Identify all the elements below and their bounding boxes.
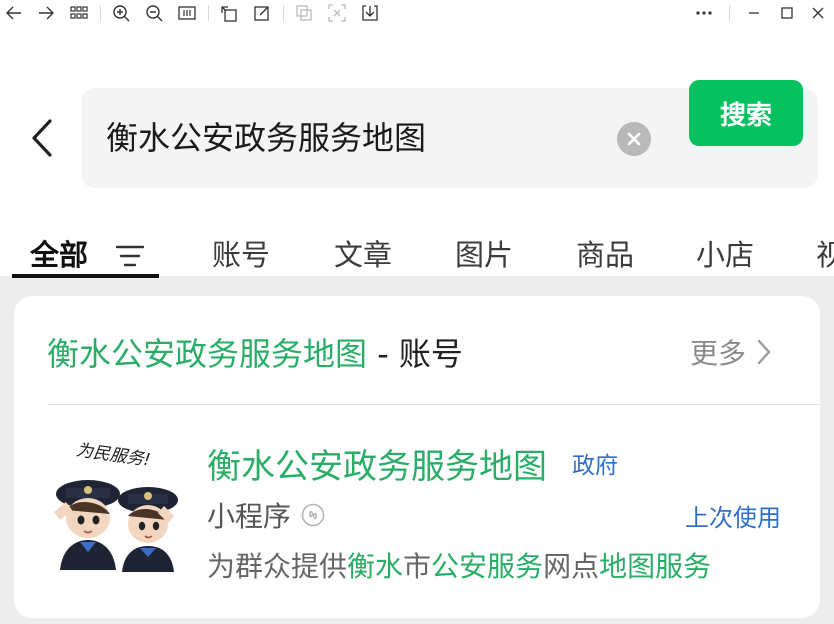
edit-icon[interactable] <box>252 3 272 23</box>
chevron-right-icon <box>757 339 771 365</box>
search-button[interactable]: 搜索 <box>689 80 803 146</box>
tab-images[interactable]: 图片 <box>455 232 513 274</box>
more-link[interactable]: 更多 <box>690 332 772 372</box>
toolbar-divider <box>729 5 730 21</box>
tab-all[interactable]: 全部 <box>30 232 88 274</box>
avatar-caption: 为民服务! <box>75 440 152 470</box>
result-type: 小程序 <box>207 495 325 535</box>
tab-articles[interactable]: 文章 <box>334 232 392 274</box>
fit-page-icon[interactable] <box>177 3 197 23</box>
last-used-label: 上次使用 <box>685 504 781 532</box>
desc-part: 网点 <box>543 550 600 583</box>
maximize-icon[interactable] <box>777 3 797 23</box>
tab-accounts[interactable]: 账号 <box>212 232 270 274</box>
rotate-icon[interactable] <box>219 3 239 23</box>
toolbar-divider <box>283 5 284 21</box>
back-arrow-icon[interactable] <box>4 3 24 23</box>
active-tab-underline <box>12 274 159 278</box>
minimize-icon[interactable] <box>744 3 764 23</box>
tab-video[interactable]: 视 <box>816 232 834 274</box>
copy-icon[interactable] <box>294 3 314 23</box>
result-type-label: 小程序 <box>207 500 292 533</box>
zoom-out-icon[interactable] <box>144 3 164 23</box>
filter-tabs: 全部 账号 文章 图片 商品 小店 视 <box>0 222 834 282</box>
card-header-highlight: 衡水公安政务服务地图 <box>47 335 368 373</box>
scan-icon[interactable] <box>327 3 347 23</box>
desc-highlight: 衡水 <box>347 550 404 583</box>
toolbar-divider <box>100 5 101 21</box>
card-header-suffix: - 账号 <box>367 335 463 373</box>
close-icon[interactable] <box>808 3 828 23</box>
card-header: 衡水公安政务服务地图 - 账号 <box>47 329 463 375</box>
desc-highlight: 公安服务 <box>431 550 544 583</box>
toolbar-divider <box>208 5 209 21</box>
more-label: 更多 <box>690 337 747 370</box>
tab-shops[interactable]: 小店 <box>696 232 754 274</box>
desc-part: 市 <box>403 550 432 583</box>
card-divider <box>47 404 820 405</box>
clear-search-icon[interactable] <box>617 122 651 156</box>
grid-icon[interactable] <box>69 3 89 23</box>
avatar[interactable]: 为民服务! <box>50 434 184 574</box>
tab-products[interactable]: 商品 <box>576 232 634 274</box>
search-header: 衡水公安政务服务地图 搜索 全部 账号 文章 图片 商品 小店 视 <box>0 26 834 276</box>
search-query-text[interactable]: 衡水公安政务服务地图 <box>106 88 426 188</box>
account-result-card: 衡水公安政务服务地图 - 账号 更多 为民服务! 衡水公安政务服务地图 政府 小… <box>14 296 820 618</box>
desc-highlight: 地图服务 <box>599 550 712 583</box>
page: 衡水公安政务服务地图 搜索 全部 账号 文章 图片 商品 小店 视 衡水公安政务… <box>0 0 834 624</box>
viewer-toolbar <box>0 0 834 26</box>
result-description: 为群众提供衡水市公安服务网点地图服务 <box>207 545 711 585</box>
back-chevron-icon[interactable] <box>28 118 58 158</box>
zoom-in-icon[interactable] <box>111 3 131 23</box>
mini-program-icon <box>301 503 325 527</box>
government-tag: 政府 <box>572 453 618 479</box>
download-icon[interactable] <box>360 3 380 23</box>
desc-part: 为群众提供 <box>207 550 348 583</box>
more-dots-icon[interactable] <box>694 3 714 23</box>
forward-arrow-icon[interactable] <box>36 3 56 23</box>
filter-lines-icon[interactable] <box>115 244 145 268</box>
police-cartoon-icon: 为民服务! <box>54 440 178 572</box>
result-title[interactable]: 衡水公安政务服务地图 <box>207 439 547 488</box>
